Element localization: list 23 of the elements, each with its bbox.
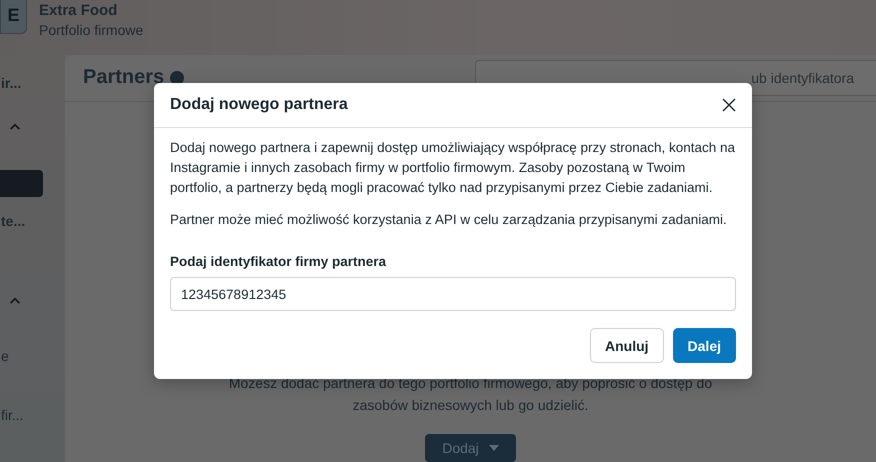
partner-id-field[interactable]: 12345678912345 [170,277,736,311]
cancel-button[interactable]: Anuluj [590,328,664,363]
caret-icon [488,444,499,451]
field-label: Podaj identyfikator firmy partnera [170,254,388,269]
sidebar-item[interactable]: fir... [1,402,65,427]
empty-state-text: Możesz dodać partnera do tego portfolio firmowego, aby poprosić o dostęp do zasobów biznesowych lub go udzielić. [228,374,714,415]
sidebar-item[interactable]: e [1,344,65,368]
page-title: Partners [83,66,164,90]
chevron-icon[interactable] [9,123,21,130]
sidebar-item[interactable]: te... [1,209,65,234]
chevron-icon[interactable] [9,296,21,304]
close-icon[interactable] [722,98,736,112]
sidebar-item[interactable] [0,170,43,198]
dialog-text: Dodaj nowego partnera i zapewnij dostęp umożliwiający współpracę przy stronach, kontach na Instagramie i innych zasobach firmy w portfolio firmowym. Zasoby pozostaną w Twoim portfolio, a partnerzy będą mogli pracować tylko nad przypisanymi przez Ciebie zadaniami. [170,139,736,197]
portfolio-label: Portfolio firmowe [39,21,144,39]
business-name: Extra Food [39,1,118,21]
logo: E [0,0,27,34]
info-icon[interactable] [170,70,184,85]
dialog-title: Dodaj nowego partnera [170,96,348,114]
next-button[interactable]: Dalej [672,328,736,363]
dialog-text: Partner może mieć możliwość korzystania z API w celu zarządzania przypisanymi zadaniami. [170,211,728,229]
sidebar-item[interactable]: ir... [1,71,65,95]
add-button[interactable]: Dodaj [425,434,516,462]
